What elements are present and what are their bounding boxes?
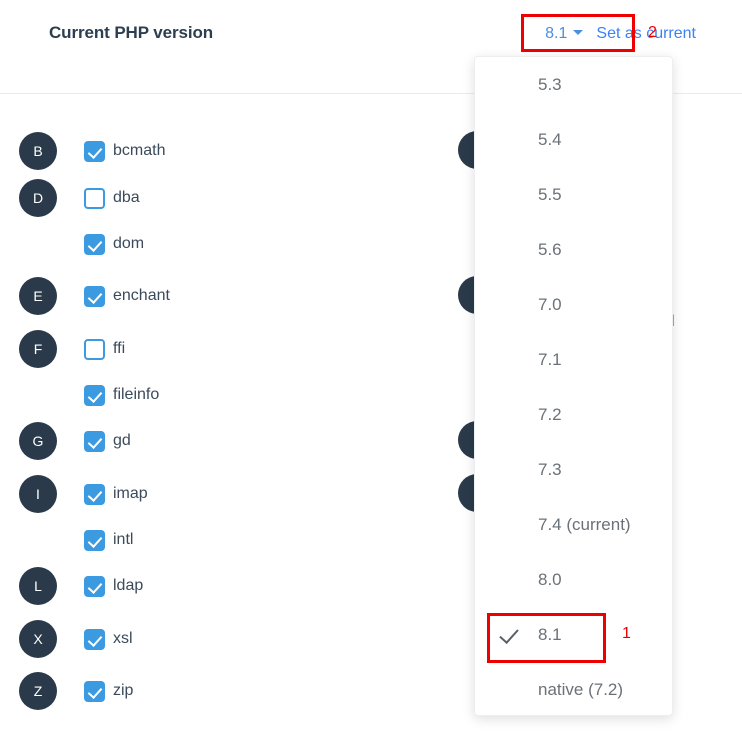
extension-row: Ggd [0,421,460,461]
letter-avatar: D [19,179,57,217]
dropdown-item-label: 5.4 [538,129,562,149]
dropdown-item-5-3[interactable]: 5.3 [475,57,672,112]
extension-label: xsl [113,630,133,647]
letter-avatar: G [19,422,57,460]
extension-label: imap [113,485,148,502]
extension-label: fileinfo [113,386,160,403]
dropdown-item-label: 8.1 [538,624,562,644]
extension-label: ffi [113,340,126,357]
extension-row: Xxsl [0,619,460,659]
letter-avatar: F [19,330,57,368]
extension-row: Fffi [0,329,460,369]
extension-checkbox[interactable] [84,575,105,597]
version-select-dropdown-toggle[interactable]: 8.1 [545,25,584,43]
extension-checkbox[interactable] [84,187,105,209]
extension-label: dom [113,235,145,252]
dropdown-item-8-0[interactable]: 8.0 [475,552,672,607]
header-actions: 8.1 Set as current [545,22,700,46]
letter-avatar: I [19,475,57,513]
extension-row: fileinfo [0,375,460,415]
dropdown-item-label: native (7.2) [538,679,624,699]
check-icon [499,624,521,646]
extension-label: gd [113,432,131,449]
chevron-down-icon [573,30,584,35]
extension-label: bcmath [113,142,166,159]
extension-checkbox[interactable] [84,628,105,650]
extension-label: zip [113,682,134,699]
dropdown-item-label: 7.4 (current) [538,514,631,534]
dropdown-item-label: 7.2 [538,404,562,424]
dropdown-item-label: 5.6 [538,239,562,259]
dropdown-item-label: 5.3 [538,74,562,94]
dropdown-item-7-4-current[interactable]: 7.4 (current) [475,497,672,552]
dropdown-item-label: 7.3 [538,459,562,479]
dropdown-item-native-7-2[interactable]: native (7.2) [475,662,672,715]
extension-row: dom [0,224,460,264]
php-version-dropdown-menu[interactable]: 5.3 5.4 5.5 5.6 7.0 7.1 7.2 7.3 7.4 (current) 8.0… [474,56,673,716]
letter-avatar: E [19,277,57,315]
dropdown-item-label: 7.0 [538,294,562,314]
extension-label: intl [113,531,134,548]
extension-row: Zzip [0,671,460,711]
extension-checkbox[interactable] [84,285,105,307]
dropdown-item-5-4[interactable]: 5.4 [475,112,672,167]
dropdown-item-7-2[interactable]: 7.2 [475,387,672,442]
dropdown-item-7-3[interactable]: 7.3 [475,442,672,497]
extension-checkbox[interactable] [84,338,105,360]
extension-row: intl [0,520,460,560]
annotation-number-2: 2 [648,24,657,41]
extension-row: Bbcmath [0,131,460,171]
extension-checkbox[interactable] [84,384,105,406]
dropdown-item-8-1[interactable]: 8.1 [475,607,672,662]
letter-avatar: X [19,620,57,658]
dropdown-item-label: 8.0 [538,569,562,589]
letter-avatar: Z [19,672,57,710]
set-as-current-button[interactable]: Set as current [592,23,700,45]
page-title: Current PHP version [49,23,214,42]
extension-checkbox[interactable] [84,529,105,551]
extension-row: Iimap [0,474,460,514]
letter-avatar: L [19,567,57,605]
extension-row: Eenchant [0,276,460,316]
dropdown-item-7-0[interactable]: 7.0 [475,277,672,332]
annotation-number-1: 1 [622,625,631,642]
extension-row: Ddba [0,178,460,218]
dropdown-item-label: 7.1 [538,349,562,369]
dropdown-item-5-5[interactable]: 5.5 [475,167,672,222]
extension-checkbox[interactable] [84,430,105,452]
extension-label: enchant [113,287,170,304]
dropdown-item-5-6[interactable]: 5.6 [475,222,672,277]
selected-version-label: 8.1 [545,25,568,42]
letter-avatar: B [19,132,57,170]
extension-label: dba [113,189,140,206]
extension-row: Lldap [0,566,460,606]
extension-checkbox[interactable] [84,140,105,162]
extension-checkbox[interactable] [84,233,105,255]
extension-checkbox[interactable] [84,680,105,702]
dropdown-item-7-1[interactable]: 7.1 [475,332,672,387]
extension-label: ldap [113,577,144,594]
dropdown-item-label: 5.5 [538,184,562,204]
extension-checkbox[interactable] [84,483,105,505]
